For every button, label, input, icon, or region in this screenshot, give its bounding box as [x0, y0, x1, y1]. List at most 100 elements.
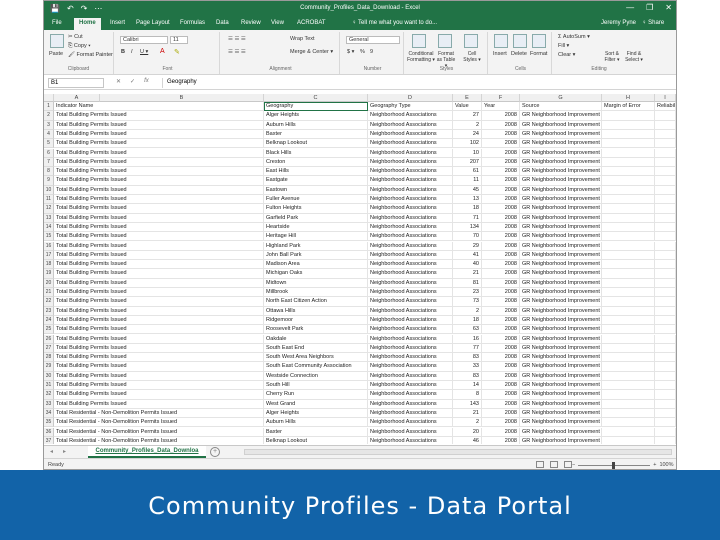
- table-cell[interactable]: 143: [453, 399, 482, 409]
- table-cell[interactable]: [602, 222, 655, 233]
- table-cell[interactable]: Highland Park: [264, 241, 368, 251]
- table-cell[interactable]: 20: [453, 427, 482, 437]
- table-cell[interactable]: 2008: [482, 381, 520, 391]
- table-cell[interactable]: Neighborhood Associations: [368, 408, 453, 419]
- percent-button[interactable]: %: [360, 49, 365, 55]
- table-cell[interactable]: Total Residential - Non-Demolition Permi…: [54, 427, 264, 437]
- table-cell[interactable]: [602, 334, 655, 344]
- table-cell[interactable]: [602, 427, 655, 437]
- row-header[interactable]: 16: [44, 241, 54, 251]
- column-header-f[interactable]: F: [482, 94, 520, 102]
- font-name-select[interactable]: Calibri: [120, 36, 168, 44]
- table-cell[interactable]: 2008: [482, 334, 520, 344]
- table-cell[interactable]: 2008: [482, 222, 520, 233]
- table-cell[interactable]: GR Neighborhood Improvement: [520, 260, 602, 270]
- table-cell[interactable]: Total Building Permits Issued: [54, 371, 264, 381]
- header-cell[interactable]: Reliability: [655, 102, 676, 112]
- table-cell[interactable]: [602, 204, 655, 214]
- table-cell[interactable]: Belknap Lookout: [264, 139, 368, 149]
- table-cell[interactable]: Total Building Permits Issued: [54, 315, 264, 326]
- header-cell[interactable]: Indicator Name: [54, 102, 264, 112]
- table-cell[interactable]: 40: [453, 260, 482, 270]
- table-cell[interactable]: Total Building Permits Issued: [54, 269, 264, 279]
- table-cell[interactable]: 2008: [482, 325, 520, 335]
- table-cell[interactable]: [655, 250, 676, 261]
- copy-button[interactable]: ⎘ Copy ▾: [68, 43, 91, 50]
- row-header[interactable]: 4: [44, 129, 54, 140]
- sort-filter-button[interactable]: Sort & Filter ▾: [602, 51, 622, 63]
- table-cell[interactable]: Total Building Permits Issued: [54, 148, 264, 158]
- table-cell[interactable]: Midtown: [264, 278, 368, 288]
- tab-page-layout[interactable]: Page Layout: [136, 20, 170, 26]
- table-cell[interactable]: Alger Heights: [264, 408, 368, 419]
- table-cell[interactable]: GR Neighborhood Improvement: [520, 325, 602, 335]
- row-header[interactable]: 28: [44, 353, 54, 363]
- table-cell[interactable]: Roosevelt Park: [264, 325, 368, 335]
- table-cell[interactable]: Auburn Hills: [264, 418, 368, 428]
- table-cell[interactable]: Total Building Permits Issued: [54, 222, 264, 233]
- table-cell[interactable]: 8: [453, 390, 482, 400]
- table-cell[interactable]: Neighborhood Associations: [368, 167, 453, 177]
- table-cell[interactable]: [602, 418, 655, 428]
- table-cell[interactable]: 2008: [482, 390, 520, 400]
- table-cell[interactable]: Neighborhood Associations: [368, 148, 453, 158]
- table-cell[interactable]: [655, 371, 676, 381]
- table-cell[interactable]: [602, 315, 655, 326]
- table-cell[interactable]: 77: [453, 343, 482, 354]
- table-cell[interactable]: GR Neighborhood Improvement: [520, 241, 602, 251]
- table-cell[interactable]: [602, 343, 655, 354]
- table-cell[interactable]: Total Building Permits Issued: [54, 129, 264, 140]
- clear-button[interactable]: Clear ▾: [558, 52, 575, 58]
- table-cell[interactable]: [655, 362, 676, 372]
- table-cell[interactable]: GR Neighborhood Improvement: [520, 176, 602, 186]
- table-cell[interactable]: GR Neighborhood Improvement: [520, 213, 602, 223]
- autosum-button[interactable]: Σ AutoSum ▾: [558, 34, 590, 40]
- conditional-formatting-icon[interactable]: [412, 34, 426, 48]
- table-cell[interactable]: GR Neighborhood Improvement: [520, 408, 602, 419]
- table-cell[interactable]: 71: [453, 213, 482, 223]
- table-cell[interactable]: Total Building Permits Issued: [54, 213, 264, 223]
- table-cell[interactable]: Creston: [264, 157, 368, 168]
- table-cell[interactable]: Belknap Lookout: [264, 436, 368, 444]
- table-cell[interactable]: 2008: [482, 157, 520, 168]
- table-cell[interactable]: GR Neighborhood Improvement: [520, 353, 602, 363]
- table-cell[interactable]: 2008: [482, 185, 520, 195]
- table-cell[interactable]: Total Building Permits Issued: [54, 176, 264, 186]
- table-cell[interactable]: Neighborhood Associations: [368, 111, 453, 121]
- table-cell[interactable]: John Ball Park: [264, 250, 368, 261]
- table-cell[interactable]: South East End: [264, 343, 368, 354]
- row-header[interactable]: 11: [44, 195, 54, 205]
- row-header[interactable]: 14: [44, 222, 54, 233]
- currency-button[interactable]: $ ▾: [347, 49, 354, 55]
- table-cell[interactable]: Total Building Permits Issued: [54, 185, 264, 195]
- header-cell[interactable]: Geography Type: [368, 102, 453, 112]
- table-cell[interactable]: [655, 195, 676, 205]
- table-cell[interactable]: 2008: [482, 167, 520, 177]
- format-button[interactable]: Format: [530, 51, 547, 57]
- table-cell[interactable]: [655, 222, 676, 233]
- header-cell[interactable]: Margin of Error: [602, 102, 655, 112]
- table-cell[interactable]: [655, 148, 676, 158]
- bold-button[interactable]: B: [121, 49, 125, 55]
- row-header[interactable]: 24: [44, 315, 54, 326]
- table-cell[interactable]: [602, 306, 655, 316]
- row-header[interactable]: 7: [44, 157, 54, 168]
- table-cell[interactable]: GR Neighborhood Improvement: [520, 139, 602, 149]
- paste-icon[interactable]: [50, 34, 64, 48]
- column-header-h[interactable]: H: [602, 94, 655, 102]
- table-cell[interactable]: 11: [453, 176, 482, 186]
- table-cell[interactable]: Total Building Permits Issued: [54, 120, 264, 130]
- table-cell[interactable]: Neighborhood Associations: [368, 195, 453, 205]
- table-cell[interactable]: Neighborhood Associations: [368, 399, 453, 409]
- table-cell[interactable]: Total Building Permits Issued: [54, 399, 264, 409]
- table-cell[interactable]: Total Residential - Non-Demolition Permi…: [54, 418, 264, 428]
- name-box[interactable]: B1: [48, 78, 104, 88]
- row-header[interactable]: 37: [44, 436, 54, 444]
- table-cell[interactable]: Total Residential - Non-Demolition Permi…: [54, 408, 264, 419]
- table-cell[interactable]: [602, 390, 655, 400]
- table-cell[interactable]: 83: [453, 353, 482, 363]
- table-cell[interactable]: GR Neighborhood Improvement: [520, 362, 602, 372]
- table-cell[interactable]: GR Neighborhood Improvement: [520, 278, 602, 288]
- table-cell[interactable]: [602, 176, 655, 186]
- table-cell[interactable]: Fuller Avenue: [264, 195, 368, 205]
